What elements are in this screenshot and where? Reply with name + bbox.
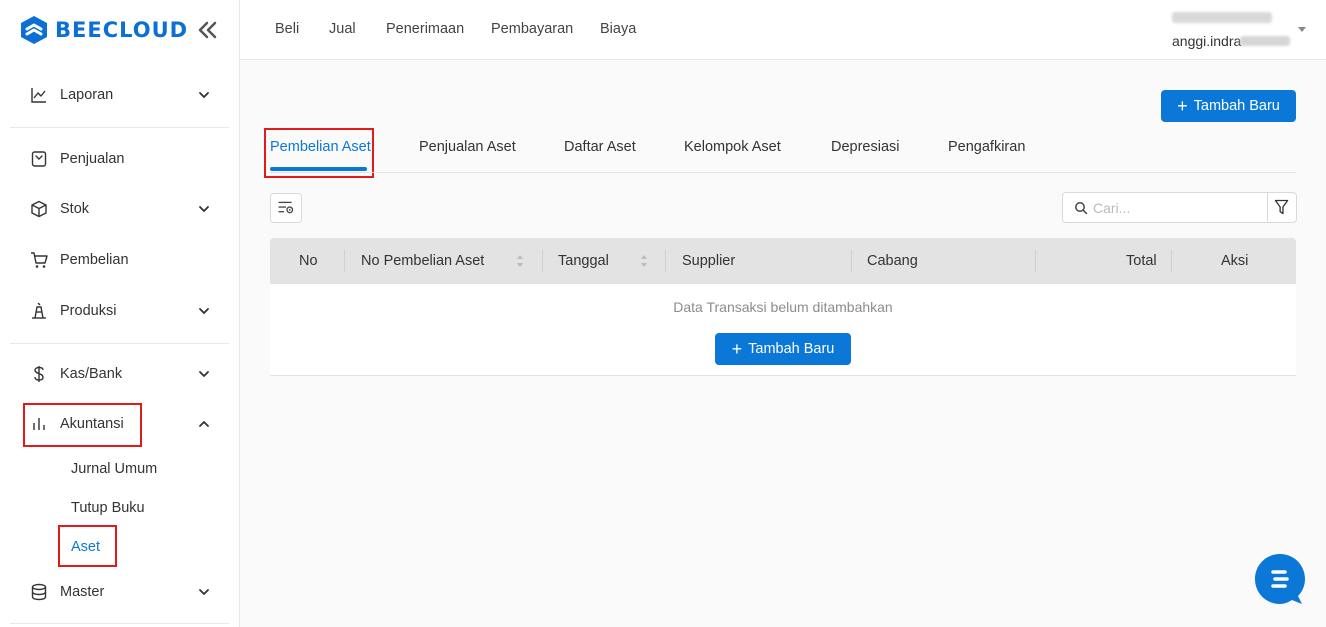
highlight-box-aset (58, 525, 117, 567)
sidebar-item-kas-bank[interactable]: Kas/Bank (10, 354, 229, 394)
empty-state-text: Data Transaksi belum ditambahkan (673, 299, 893, 315)
divider (10, 127, 229, 128)
tab-kelompok-aset[interactable]: Kelompok Aset (684, 139, 781, 155)
collapse-sidebar-icon[interactable] (196, 20, 218, 40)
column-divider (1171, 250, 1172, 272)
database-icon (31, 583, 47, 601)
table-header: No No Pembelian Aset Tanggal Supplier Ca… (270, 238, 1296, 284)
chat-support-icon[interactable] (1254, 553, 1306, 605)
sidebar-item-label: Kas/Bank (60, 366, 123, 382)
divider (10, 623, 229, 624)
chevron-down-icon (199, 371, 209, 377)
tab-daftar-aset[interactable]: Daftar Aset (564, 139, 636, 155)
add-new-button[interactable]: + Tambah Baru (1161, 90, 1296, 122)
plus-icon: + (1177, 96, 1188, 116)
receipt-icon (31, 151, 47, 167)
sidebar-item-produksi[interactable]: Produksi (10, 291, 229, 331)
topbar: Beli Jual Penerimaan Pembayaran Biaya an… (240, 0, 1326, 60)
topnav-beli[interactable]: Beli (275, 21, 299, 37)
column-divider (542, 250, 543, 272)
table-body: Data Transaksi belum ditambahkan + Tamba… (270, 284, 1296, 376)
chevron-down-icon (199, 92, 209, 98)
topnav-penerimaan[interactable]: Penerimaan (386, 21, 464, 37)
brand-name: BEECLOUD (55, 18, 189, 42)
filter-button[interactable] (1267, 192, 1297, 223)
search-field[interactable] (1062, 192, 1268, 223)
column-header-aksi: Aksi (1221, 253, 1249, 269)
column-header-supplier: Supplier (682, 253, 736, 269)
search-icon (1075, 202, 1088, 215)
tab-depresiasi[interactable]: Depresiasi (831, 139, 900, 155)
user-email[interactable]: anggi.indra (1172, 33, 1241, 49)
box-icon (31, 200, 47, 218)
plus-icon: + (731, 339, 743, 359)
cart-icon (31, 252, 48, 268)
sidebar-item-label: Pembelian (60, 252, 129, 268)
active-tab-indicator (270, 167, 367, 171)
sidebar-item-laporan[interactable]: Laporan (10, 75, 229, 115)
sort-icon[interactable] (516, 253, 524, 269)
caret-down-icon[interactable] (1298, 27, 1306, 32)
tab-pembelian-aset[interactable]: Pembelian Aset (270, 139, 371, 155)
topnav-biaya[interactable]: Biaya (600, 21, 636, 37)
tab-penjualan-aset[interactable]: Penjualan Aset (419, 139, 516, 155)
sidebar-item-label: Penjualan (60, 151, 125, 167)
sidebar-subitem-tutup-buku[interactable]: Tutup Buku (71, 500, 145, 516)
beecloud-logo-icon (21, 16, 47, 44)
column-header-tanggal[interactable]: Tanggal (558, 253, 609, 269)
empty-add-new-button[interactable]: + Tambah Baru (715, 333, 851, 365)
column-header-no-pembelian-aset[interactable]: No Pembelian Aset (361, 253, 484, 269)
column-divider (1035, 250, 1036, 272)
logo[interactable]: BEECLOUD (0, 0, 239, 60)
chevron-up-icon (199, 421, 209, 427)
empty-add-new-label: Tambah Baru (748, 341, 835, 357)
column-header-no: No (299, 253, 318, 269)
sidebar-item-label: Laporan (60, 87, 114, 103)
column-header-total: Total (1126, 253, 1157, 269)
topnav-pembayaran[interactable]: Pembayaran (491, 21, 573, 37)
sidebar: BEECLOUD Laporan Penjualan Stok Pembelia… (0, 0, 240, 627)
search-input[interactable] (1093, 199, 1263, 217)
highlight-box-akuntansi (23, 403, 142, 447)
sidebar-item-label: Produksi (60, 303, 117, 319)
sidebar-item-master[interactable]: Master (10, 572, 229, 612)
column-settings-button[interactable] (270, 193, 302, 223)
column-divider (851, 250, 852, 272)
column-divider (665, 250, 666, 272)
tab-pengafkiran[interactable]: Pengafkiran (948, 139, 1025, 155)
sidebar-item-penjualan[interactable]: Penjualan (10, 139, 229, 179)
user-email-redacted (1240, 36, 1290, 46)
dollar-icon (34, 366, 44, 382)
list-settings-icon (278, 201, 294, 214)
line-chart-icon (31, 88, 46, 103)
user-company-redacted[interactable] (1172, 12, 1272, 23)
sidebar-item-label: Master (60, 584, 105, 600)
divider (10, 343, 229, 344)
sidebar-subitem-jurnal-umum[interactable]: Jurnal Umum (71, 461, 157, 477)
chevron-down-icon (199, 589, 209, 595)
chevron-down-icon (199, 206, 209, 212)
tabs-divider (270, 172, 1296, 173)
sidebar-item-label: Stok (60, 201, 90, 217)
column-divider (344, 250, 345, 272)
sidebar-item-stok[interactable]: Stok (10, 189, 229, 229)
sidebar-item-pembelian[interactable]: Pembelian (10, 240, 229, 280)
column-header-cabang: Cabang (867, 253, 918, 269)
chevron-down-icon (199, 308, 209, 314)
filter-icon (1274, 199, 1289, 215)
topnav-jual[interactable]: Jual (329, 21, 356, 37)
factory-icon (32, 302, 46, 319)
add-new-label: Tambah Baru (1193, 98, 1280, 114)
sort-icon[interactable] (640, 253, 648, 269)
